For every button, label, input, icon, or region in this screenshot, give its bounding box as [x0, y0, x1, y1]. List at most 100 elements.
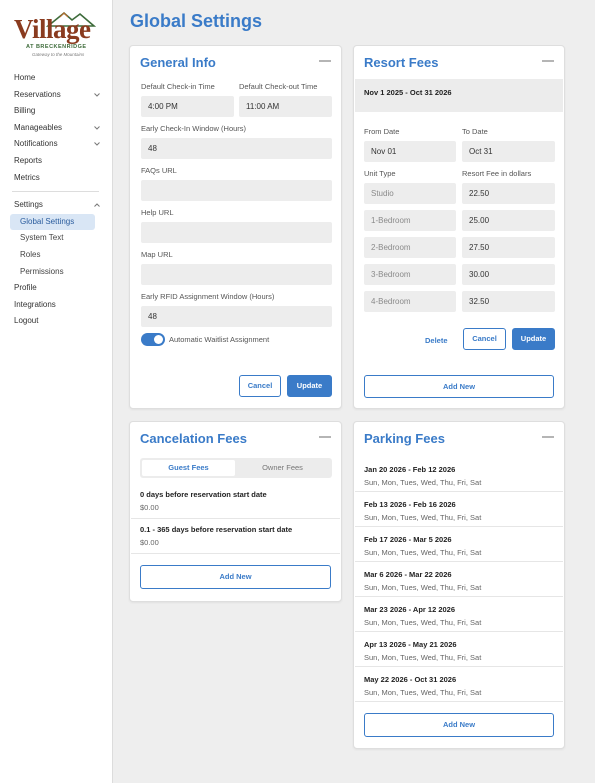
- sidebar-item-label: Settings: [14, 200, 43, 210]
- sidebar-item-reservations[interactable]: Reservations: [0, 87, 113, 104]
- sidebar-item-label: Permissions: [20, 266, 64, 276]
- cancel-button[interactable]: Cancel: [239, 375, 281, 397]
- delete-button[interactable]: Delete: [425, 336, 448, 345]
- card-title: General Info: [140, 55, 216, 70]
- list-item[interactable]: Jan 20 2026 - Feb 12 2026 Sun, Mon, Tues…: [355, 457, 563, 492]
- add-new-button[interactable]: Add New: [140, 565, 331, 589]
- unit-type-field: 1-Bedroom: [364, 210, 456, 231]
- unit-type-field: Studio: [364, 183, 456, 204]
- waitlist-toggle[interactable]: [141, 333, 165, 346]
- main-nav: Home Reservations Billing Manageables No…: [0, 70, 113, 330]
- cancel-button[interactable]: Cancel: [463, 328, 506, 350]
- sidebar-item-label: Roles: [20, 249, 41, 259]
- sidebar-item-notifications[interactable]: Notifications: [0, 136, 113, 153]
- list-item[interactable]: Feb 17 2026 - Mar 5 2026 Sun, Mon, Tues,…: [355, 527, 563, 562]
- sidebar-item-settings[interactable]: Settings: [0, 197, 113, 214]
- collapse-icon[interactable]: [542, 60, 554, 62]
- faqs-url-label: FAQs URL: [141, 166, 177, 175]
- update-button[interactable]: Update: [512, 328, 555, 350]
- general-info-card: General Info Default Check-in Time 4:00 …: [129, 45, 342, 409]
- chevron-down-icon: [94, 92, 100, 97]
- sidebar-item-integrations[interactable]: Integrations: [0, 297, 113, 314]
- checkin-time-label: Default Check-in Time: [141, 82, 215, 91]
- update-button[interactable]: Update: [287, 375, 332, 397]
- days-of-week: Sun, Mon, Tues, Wed, Thu, Fri, Sat: [364, 688, 482, 697]
- date-range: Mar 6 2026 - Mar 22 2026: [364, 570, 452, 579]
- faqs-url-field[interactable]: [141, 180, 332, 201]
- checkout-time-field[interactable]: 11:00 AM: [239, 96, 332, 117]
- sidebar-item-label: Manageables: [14, 122, 63, 132]
- list-item[interactable]: Apr 13 2026 - May 21 2026 Sun, Mon, Tues…: [355, 632, 563, 667]
- card-title: Cancelation Fees: [140, 431, 247, 446]
- days-of-week: Sun, Mon, Tues, Wed, Thu, Fri, Sat: [364, 583, 482, 592]
- resort-fee-field[interactable]: 27.50: [462, 237, 555, 258]
- resort-fee-period[interactable]: Nov 1 2025 - Oct 31 2026: [355, 79, 563, 112]
- resort-fee-field[interactable]: 22.50: [462, 183, 555, 204]
- sidebar-item-reports[interactable]: Reports: [0, 153, 113, 170]
- add-new-button[interactable]: Add New: [364, 713, 554, 737]
- early-checkin-field[interactable]: 48: [141, 138, 332, 159]
- sidebar-item-label: Reports: [14, 155, 43, 165]
- sidebar-item-billing[interactable]: Billing: [0, 103, 113, 120]
- card-title: Parking Fees: [364, 431, 445, 446]
- sidebar-item-manageables[interactable]: Manageables: [0, 120, 113, 137]
- unit-type-label: Unit Type: [364, 169, 396, 178]
- add-new-button[interactable]: Add New: [364, 375, 554, 398]
- fee-type-tabs: Guest Fees Owner Fees: [140, 458, 332, 478]
- list-item[interactable]: 0.1 - 365 days before reservation start …: [131, 519, 340, 554]
- logo-subtitle: AT BRECKENRIDGE: [26, 44, 87, 50]
- unit-type-field: 2-Bedroom: [364, 237, 456, 258]
- date-range: Apr 13 2026 - May 21 2026: [364, 640, 457, 649]
- help-url-field[interactable]: [141, 222, 332, 243]
- village-logo[interactable]: Village AT BRECKENRIDGE Gateway to the M…: [12, 8, 98, 60]
- card-title: Resort Fees: [364, 55, 439, 70]
- checkin-time-field[interactable]: 4:00 PM: [141, 96, 234, 117]
- sidebar-item-home[interactable]: Home: [0, 70, 113, 87]
- list-item[interactable]: Mar 23 2026 - Apr 12 2026 Sun, Mon, Tues…: [355, 597, 563, 632]
- sidebar-item-label: Notifications: [14, 139, 58, 149]
- collapse-icon[interactable]: [542, 436, 554, 438]
- chevron-down-icon: [94, 142, 100, 147]
- tab-owner-fees[interactable]: Owner Fees: [236, 460, 329, 476]
- resort-fee-field[interactable]: 32.50: [462, 291, 555, 312]
- toggle-knob: [154, 335, 163, 344]
- sidebar-item-label: Integrations: [14, 299, 56, 309]
- rfid-window-field[interactable]: 48: [141, 306, 332, 327]
- rfid-window-label: Early RFID Assignment Window (Hours): [141, 292, 275, 301]
- resort-fee-field[interactable]: 30.00: [462, 264, 555, 285]
- tab-guest-fees[interactable]: Guest Fees: [142, 460, 235, 476]
- unit-type-field: 3-Bedroom: [364, 264, 456, 285]
- from-date-field[interactable]: Nov 01: [364, 141, 456, 162]
- chevron-up-icon: [94, 203, 100, 208]
- sidebar-item-system-text[interactable]: System Text: [0, 230, 113, 247]
- sidebar-item-metrics[interactable]: Metrics: [0, 170, 113, 187]
- date-range: Mar 23 2026 - Apr 12 2026: [364, 605, 456, 614]
- to-date-field[interactable]: Oct 31: [462, 141, 555, 162]
- early-checkin-label: Early Check-In Window (Hours): [141, 124, 247, 133]
- logo-tagline: Gateway to the Mountains: [32, 52, 85, 57]
- resort-fee-label: Resort Fee in dollars: [462, 169, 532, 178]
- resort-fee-field[interactable]: 25.00: [462, 210, 555, 231]
- sidebar-item-logout[interactable]: Logout: [0, 313, 113, 330]
- days-of-week: Sun, Mon, Tues, Wed, Thu, Fri, Sat: [364, 513, 482, 522]
- date-range: Feb 17 2026 - Mar 5 2026: [364, 535, 452, 544]
- sidebar-item-global-settings[interactable]: Global Settings: [10, 213, 95, 231]
- list-item[interactable]: Feb 13 2026 - Feb 16 2026 Sun, Mon, Tues…: [355, 492, 563, 527]
- collapse-icon[interactable]: [319, 436, 331, 438]
- rule-title: 0.1 - 365 days before reservation start …: [140, 525, 293, 534]
- sidebar-item-label: System Text: [20, 233, 64, 243]
- sidebar-item-roles[interactable]: Roles: [0, 247, 113, 264]
- sidebar-item-permissions[interactable]: Permissions: [0, 264, 113, 281]
- parking-fees-card: Parking Fees Jan 20 2026 - Feb 12 2026 S…: [353, 421, 565, 749]
- rule-amount: $0.00: [140, 503, 159, 512]
- collapse-icon[interactable]: [319, 60, 331, 62]
- list-item[interactable]: May 22 2026 - Oct 31 2026 Sun, Mon, Tues…: [355, 667, 563, 702]
- list-item[interactable]: Mar 6 2026 - Mar 22 2026 Sun, Mon, Tues,…: [355, 562, 563, 597]
- sidebar-item-profile[interactable]: Profile: [0, 280, 113, 297]
- map-url-field[interactable]: [141, 264, 332, 285]
- sidebar-item-label: Home: [14, 73, 36, 82]
- help-url-label: Help URL: [141, 208, 174, 217]
- sidebar-item-label: Billing: [14, 106, 36, 116]
- sidebar-item-label: Logout: [14, 316, 39, 326]
- list-item[interactable]: 0 days before reservation start date $0.…: [131, 484, 340, 519]
